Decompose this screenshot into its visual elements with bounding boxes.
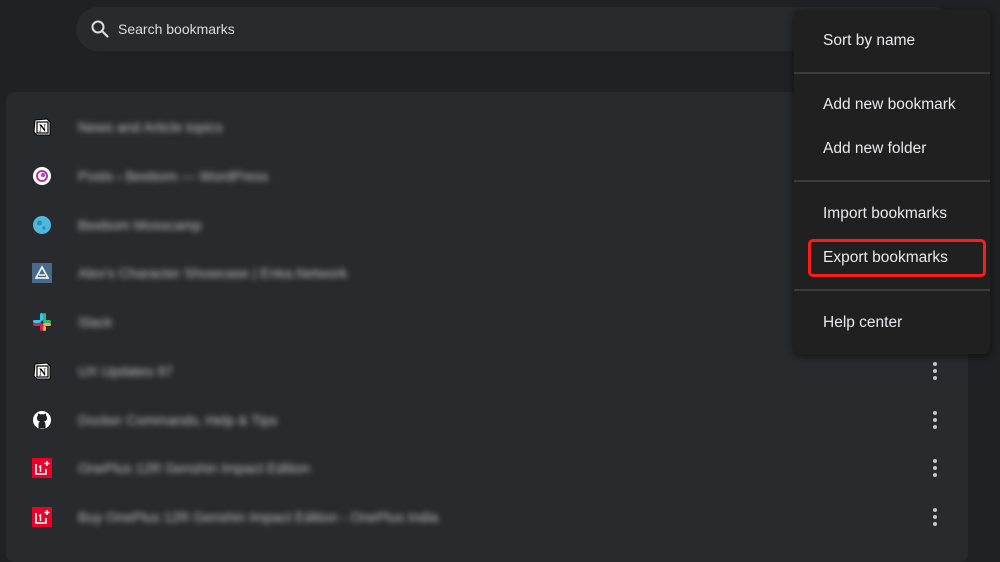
menu-item-export-bookmarks[interactable]: Export bookmarks	[794, 238, 990, 278]
more-options-icon[interactable]	[926, 359, 944, 383]
menu-divider	[794, 289, 990, 291]
notion-icon: N	[32, 117, 52, 137]
menu-divider	[794, 180, 990, 182]
bookmark-title[interactable]: Docker Commands, Help & Tips	[78, 412, 277, 428]
more-options-icon[interactable]	[926, 505, 944, 529]
bookmark-row[interactable]: N UX Updates 97	[6, 347, 968, 395]
wordpress-app-icon	[32, 166, 52, 186]
more-options-icon[interactable]	[926, 456, 944, 480]
menu-divider	[794, 72, 990, 74]
basecamp-globe-icon	[32, 215, 52, 235]
bookmark-title[interactable]: News and Article topics	[78, 119, 223, 135]
bookmark-title[interactable]: Alex's Character Showcase | Enka.Network	[78, 265, 347, 281]
more-options-icon[interactable]	[926, 408, 944, 432]
bookmark-title[interactable]: UX Updates 97	[78, 363, 173, 379]
svg-text:N: N	[39, 124, 47, 135]
menu-item-add-new-bookmark[interactable]: Add new bookmark	[794, 85, 990, 125]
search-icon	[91, 20, 109, 38]
search-placeholder[interactable]: Search bookmarks	[118, 21, 235, 37]
bookmarks-options-menu: Sort by name Add new bookmark Add new fo…	[794, 10, 990, 354]
bookmark-row[interactable]: Docker Commands, Help & Tips	[6, 396, 968, 444]
enka-network-icon	[32, 263, 52, 283]
oneplus-icon	[32, 458, 52, 478]
bookmark-row[interactable]: OnePlus 12R Genshin Impact Edition	[6, 444, 968, 492]
bookmark-title[interactable]: Beebom Mosscamp	[78, 217, 202, 233]
bookmark-title[interactable]: Buy OnePlus 12R Genshin Impact Edition -…	[78, 509, 438, 525]
svg-text:N: N	[39, 368, 47, 379]
menu-item-import-bookmarks[interactable]: Import bookmarks	[794, 194, 990, 234]
bookmark-title[interactable]: OnePlus 12R Genshin Impact Edition	[78, 460, 310, 476]
github-icon	[32, 410, 52, 430]
bookmark-title[interactable]: Slack	[78, 314, 112, 330]
menu-item-add-new-folder[interactable]: Add new folder	[794, 129, 990, 169]
bookmark-row[interactable]: Buy OnePlus 12R Genshin Impact Edition -…	[6, 493, 968, 541]
slack-icon	[32, 312, 52, 332]
bookmark-title[interactable]: Posts ‹ Beebom — WordPress	[78, 168, 268, 184]
oneplus-icon	[32, 507, 52, 527]
menu-item-help-center[interactable]: Help center	[794, 303, 990, 343]
notion-icon: N	[32, 361, 52, 381]
menu-item-sort-by-name[interactable]: Sort by name	[794, 21, 990, 61]
